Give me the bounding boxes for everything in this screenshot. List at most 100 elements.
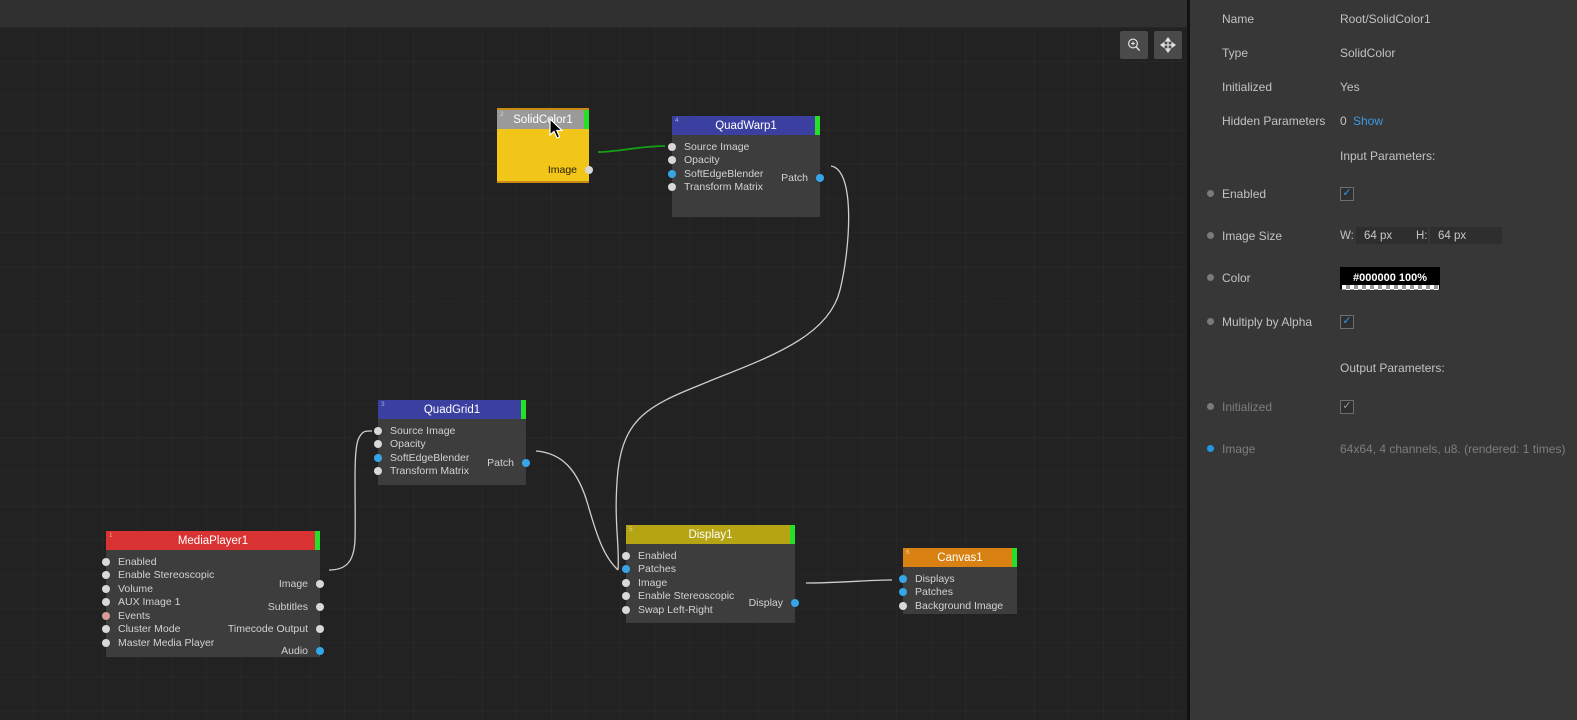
port-label: Image [278, 577, 308, 590]
param-label: Initialized [1222, 399, 1273, 414]
port-dot-patch-out[interactable] [522, 458, 530, 467]
node-output-timecode[interactable]: Timecode Output [106, 622, 324, 636]
param-label: Image [1222, 441, 1256, 456]
node-input-patches[interactable]: Patches [899, 586, 1017, 600]
graph-canvas[interactable]: 2 SolidColor1 Image 4 QuadWarp1 Source I… [0, 0, 1190, 720]
section-label: Input Parameters: [1340, 148, 1436, 163]
node-index: 3 [381, 401, 385, 408]
param-row-multiply-by-alpha: Multiply by Alpha ✓ [1190, 313, 1577, 330]
param-bullet-icon [1207, 403, 1214, 410]
node-input-background-image[interactable]: Background Image [899, 599, 1017, 613]
param-row-output-initialized: Initialized ✓ [1190, 398, 1577, 415]
node-output-audio[interactable]: Audio [106, 644, 324, 658]
link-quadgrid-to-display [535, 450, 619, 571]
property-label: Type [1222, 45, 1249, 60]
node-index: 2 [500, 111, 504, 118]
node-accent-bar [815, 116, 820, 135]
param-label: Enabled [1222, 186, 1267, 201]
port-dot-opacity[interactable] [374, 440, 382, 449]
port-dot-source-image[interactable] [374, 426, 382, 435]
port-label: Image [547, 163, 577, 176]
port-dot-audio-out[interactable] [316, 646, 324, 655]
node-output-display[interactable]: Display [626, 596, 799, 610]
node-input-opacity[interactable]: Opacity [668, 154, 820, 168]
node-solidcolor1[interactable]: 2 SolidColor1 Image [497, 108, 593, 183]
param-label: Color [1222, 270, 1251, 285]
node-accent-bar [790, 525, 795, 544]
port-dot-image-out[interactable] [316, 579, 324, 588]
color-alpha-checkerboard [1342, 285, 1439, 290]
port-label: Displays [915, 572, 955, 585]
enabled-checkbox[interactable]: ✓ [1340, 186, 1354, 201]
node-input-opacity[interactable]: Opacity [374, 438, 526, 452]
node-input-enabled[interactable]: Enabled [622, 549, 795, 563]
node-header-display1[interactable]: 5 Display1 [626, 525, 795, 544]
node-input-source-image[interactable]: Source Image [668, 140, 820, 154]
port-dot-source-image[interactable] [668, 142, 676, 151]
graph-toolbar [1120, 31, 1182, 59]
param-row-output-image: Image 64x64, 4 channels, u8. (rendered: … [1190, 440, 1577, 457]
node-input-source-image[interactable]: Source Image [374, 424, 526, 438]
zoom-in-button[interactable] [1120, 31, 1148, 59]
node-header-quadwarp1[interactable]: 4 QuadWarp1 [672, 116, 820, 135]
port-dot-opacity[interactable] [668, 156, 676, 165]
node-output-patch[interactable]: Patch [672, 171, 824, 185]
port-label: Patch [781, 171, 808, 184]
node-header-canvas1[interactable]: 6 Canvas1 [903, 548, 1017, 567]
node-input-patches[interactable]: Patches [622, 563, 795, 577]
port-label: Source Image [390, 424, 456, 437]
port-dot-image-out[interactable] [585, 165, 593, 174]
node-input-displays[interactable]: Displays [899, 572, 1017, 586]
node-title: SolidColor1 [513, 113, 573, 126]
height-input[interactable]: 64 px [1430, 227, 1502, 244]
port-label: Patches [915, 586, 953, 599]
node-output-image[interactable]: Image [106, 577, 324, 591]
port-label: Opacity [684, 154, 720, 167]
node-body-solidcolor1: Image [497, 129, 593, 181]
node-output-patch[interactable]: Patch [378, 456, 530, 470]
port-dot-enabled[interactable] [102, 557, 110, 566]
port-label: Background Image [915, 599, 1004, 612]
node-header-mediaplayer1[interactable]: 1 MediaPlayer1 [106, 531, 320, 550]
port-dot-enabled[interactable] [622, 551, 630, 560]
multiply-by-alpha-checkbox[interactable]: ✓ [1340, 314, 1354, 329]
param-row-color: Color #000000 100% [1190, 267, 1577, 290]
node-output-image[interactable]: Image [497, 163, 593, 177]
node-index: 1 [109, 532, 113, 539]
port-dot-background-image[interactable] [899, 601, 907, 610]
node-mediaplayer1[interactable]: 1 MediaPlayer1 Enabled Enable Stereoscop… [102, 531, 324, 658]
node-index: 5 [629, 526, 633, 533]
port-dot-timecode-out[interactable] [316, 624, 324, 633]
node-output-subtitles[interactable]: Subtitles [106, 600, 324, 614]
inspector-panel: Name Root/SolidColor1 Type SolidColor In… [1190, 0, 1577, 720]
node-display1[interactable]: 5 Display1 Enabled Patches Image Enable … [622, 525, 799, 623]
port-dot-patch-out[interactable] [816, 173, 824, 182]
node-header-quadgrid1[interactable]: 3 QuadGrid1 [378, 400, 526, 419]
node-title: Canvas1 [937, 551, 983, 564]
port-dot-display-out[interactable] [791, 598, 799, 607]
section-label: Output Parameters: [1340, 360, 1445, 375]
port-dot-displays[interactable] [899, 574, 907, 583]
port-label: Audio [281, 644, 308, 657]
input-parameters-heading: Input Parameters: [1190, 147, 1577, 164]
port-dot-patches[interactable] [899, 588, 907, 597]
property-label: Hidden Parameters [1222, 113, 1326, 128]
show-hidden-parameters-link[interactable]: Show [1353, 114, 1383, 128]
node-accent-bar [521, 400, 526, 419]
node-header-solidcolor1[interactable]: 2 SolidColor1 [497, 110, 589, 129]
property-value: SolidColor [1340, 45, 1396, 60]
node-quadwarp1[interactable]: 4 QuadWarp1 Source Image Opacity SoftEdg… [668, 116, 824, 217]
node-index: 4 [675, 117, 679, 124]
pan-button[interactable] [1154, 31, 1182, 59]
node-title: QuadGrid1 [423, 403, 481, 416]
node-quadgrid1[interactable]: 3 QuadGrid1 Source Image Opacity SoftEdg… [374, 400, 530, 485]
port-dot-image[interactable] [622, 578, 630, 587]
node-input-image[interactable]: Image [622, 576, 795, 590]
port-label: Opacity [390, 438, 426, 451]
param-row-enabled: Enabled ✓ [1190, 185, 1577, 202]
port-dot-patches[interactable] [622, 565, 630, 574]
port-dot-subtitles-out[interactable] [316, 602, 324, 611]
node-canvas1[interactable]: 6 Canvas1 Displays Patches Background Im… [899, 548, 1017, 614]
property-row-type: Type SolidColor [1190, 44, 1577, 61]
node-input-enabled[interactable]: Enabled [102, 555, 320, 569]
